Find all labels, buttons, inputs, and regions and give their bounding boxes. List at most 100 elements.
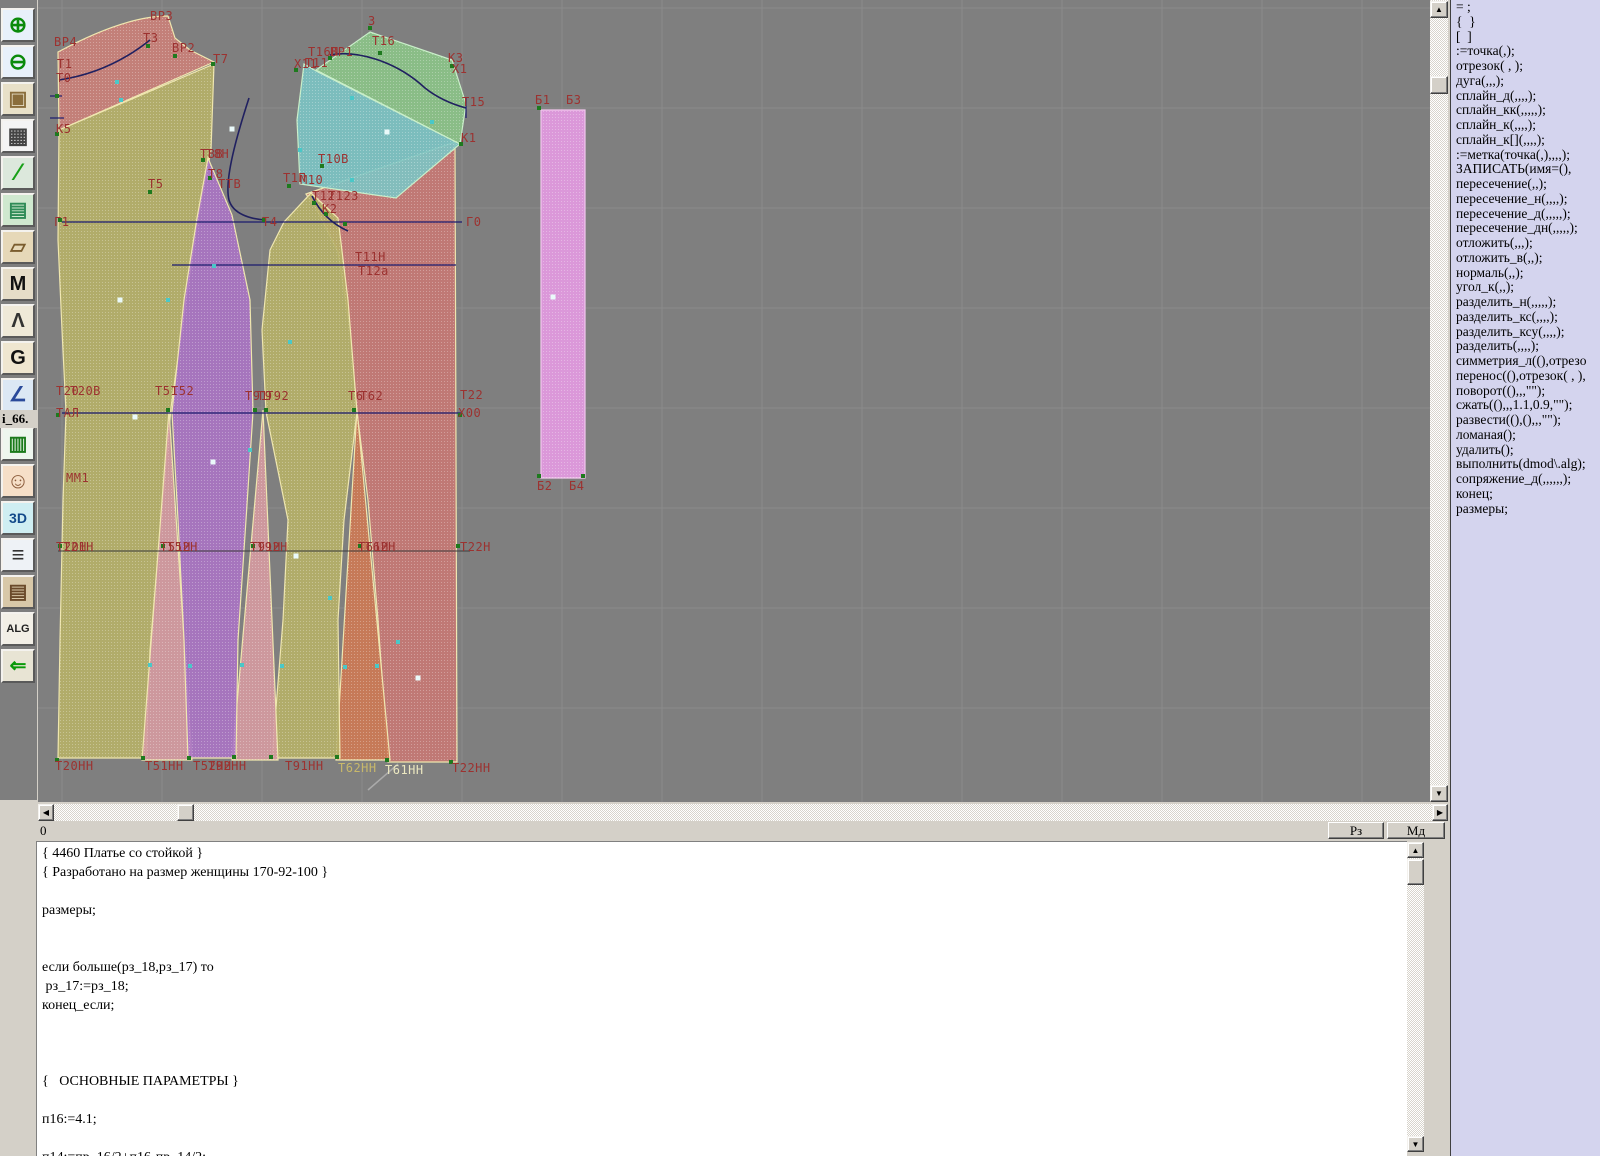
command-item[interactable]: = ; — [1451, 0, 1600, 15]
command-item[interactable]: :=метка(точка(,),,,,); — [1451, 147, 1600, 163]
zoom-out-icon: ⊖ — [8, 49, 28, 74]
list-button[interactable]: ≡ — [1, 538, 35, 572]
command-item[interactable]: сплайн_к(,,,,); — [1451, 117, 1600, 133]
command-item[interactable]: нормаль(,,); — [1451, 265, 1600, 281]
exit-button[interactable]: ⇐ — [1, 649, 35, 683]
alg-button[interactable]: ALG — [1, 612, 35, 646]
canvas-hscroll-right-icon[interactable]: ▶ — [1432, 804, 1448, 821]
canvas-hscrollbar[interactable] — [38, 804, 1448, 821]
command-item[interactable]: разделить(,,,,); — [1451, 338, 1600, 354]
grid-button[interactable]: ▦ — [1, 119, 35, 153]
point-marker — [166, 408, 170, 412]
point-label: Т92 — [266, 389, 289, 403]
image-button[interactable]: ▤ — [1, 193, 35, 227]
canvas-vscroll-up-icon[interactable]: ▲ — [1430, 1, 1448, 18]
point-label: Б3 — [566, 93, 581, 107]
command-item[interactable]: перенос((),отрезок( , ), — [1451, 368, 1600, 384]
point-marker — [240, 663, 244, 667]
point-marker — [343, 665, 347, 669]
point-label: Т123 — [328, 189, 359, 203]
drawing-canvas[interactable]: ВР3 ВР4 Т3 ВР2 Т1 Т0 Т7 К5 Т5 Т8В Т8Н Т8 ТТВ Х11 Т11 Т1… — [38, 0, 1430, 802]
md-button[interactable]: Мд — [1387, 822, 1445, 839]
point-label: ТАЛ — [56, 406, 79, 420]
ruler-icon: ∠ — [9, 384, 27, 406]
plan-view-icon: ▣ — [8, 88, 28, 110]
command-item[interactable]: угол_к(,,); — [1451, 279, 1600, 295]
command-item[interactable]: сопряжение_д(,,,,,,); — [1451, 471, 1600, 487]
pattern-drawing[interactable]: ВР3ВР4 Т3ВР2Т1Т0Т7К5Т5Т8ВТ8НТ8ТТВХ11Т11Т1… — [38, 0, 1430, 802]
command-item[interactable]: пересечение_н(,,,,); — [1451, 191, 1600, 207]
view-3d-button[interactable]: 3D — [1, 501, 35, 535]
grid-icon: ▦ — [7, 123, 29, 148]
m-tool-icon: M — [9, 273, 27, 295]
point-marker — [115, 80, 119, 84]
command-item[interactable]: конец; — [1451, 486, 1600, 502]
canvas-hscroll-left-icon[interactable]: ◀ — [38, 804, 54, 821]
command-item[interactable]: сплайн_кк(,,,,,); — [1451, 102, 1600, 118]
point-marker — [253, 408, 257, 412]
command-item[interactable]: удалить(); — [1451, 442, 1600, 458]
command-item[interactable]: сплайн_д(,,,,); — [1451, 88, 1600, 104]
command-item[interactable]: пересечение(,,); — [1451, 176, 1600, 192]
command-item[interactable]: [ ] — [1451, 29, 1600, 45]
zoom-in-button[interactable]: ⊕ — [1, 8, 35, 42]
command-item[interactable]: размеры; — [1451, 501, 1600, 517]
command-item[interactable]: поворот((),,,""); — [1451, 383, 1600, 399]
canvas-vscroll-down-icon[interactable]: ▼ — [1430, 785, 1448, 802]
point-label: ВР1 — [330, 45, 353, 59]
plan-view-button[interactable]: ▣ — [1, 82, 35, 116]
drafting-tools-button[interactable]: Λ — [1, 304, 35, 338]
command-item[interactable]: ломаная(); — [1451, 427, 1600, 443]
command-item[interactable]: пересечение_дн(,,,,,); — [1451, 220, 1600, 236]
point-marker — [248, 448, 252, 452]
command-item[interactable]: ЗАПИСАТЬ(имя=(), — [1451, 161, 1600, 177]
point-label: Т61НН — [385, 763, 424, 777]
command-item[interactable]: выполнить(dmod\.alg); — [1451, 456, 1600, 472]
table-button[interactable]: ▥ — [1, 427, 35, 461]
point-marker — [229, 126, 235, 132]
command-item[interactable]: пересечение_д(,,,,,); — [1451, 206, 1600, 222]
code-vscroll-thumb[interactable] — [1407, 859, 1424, 885]
portrait-button[interactable]: ☺ — [1, 464, 35, 498]
command-item[interactable]: отрезок( , ); — [1451, 58, 1600, 74]
point-label: Т92НН — [208, 759, 247, 773]
point-marker — [350, 178, 354, 182]
alg-icon: ALG — [6, 622, 30, 635]
pattern-piece-button[interactable]: ▱ — [1, 230, 35, 264]
canvas-hscroll-thumb[interactable] — [177, 804, 194, 821]
code-vscrollbar[interactable] — [1407, 842, 1424, 1152]
point-label: Б1 — [535, 93, 550, 107]
rz-button[interactable]: Рз — [1328, 822, 1384, 839]
drafting-tools-icon: Λ — [11, 310, 25, 332]
ruler-button[interactable]: ∠ — [1, 378, 35, 412]
command-item[interactable]: симметрия_л((),отрезо — [1451, 353, 1600, 369]
command-item[interactable]: :=точка(,); — [1451, 43, 1600, 59]
canvas-vscrollbar[interactable] — [1430, 0, 1448, 802]
point-marker — [269, 755, 273, 759]
code-vscroll-down-icon[interactable]: ▼ — [1407, 1136, 1424, 1152]
command-item[interactable]: { } — [1451, 14, 1600, 30]
zoom-out-button[interactable]: ⊖ — [1, 45, 35, 79]
point-marker — [352, 408, 356, 412]
code-vscroll-up-icon[interactable]: ▲ — [1407, 842, 1424, 858]
command-item[interactable]: сжать((),,,1.1,0.9,""); — [1451, 397, 1600, 413]
point-label: Б2 — [537, 479, 552, 493]
canvas-vscroll-thumb[interactable] — [1430, 76, 1448, 94]
point-label: Т1 — [57, 57, 72, 71]
command-item[interactable]: разделить_н(,,,,,); — [1451, 294, 1600, 310]
m-tool-button[interactable]: M — [1, 267, 35, 301]
g-tool-button[interactable]: G — [1, 341, 35, 375]
command-item[interactable]: отложить_в(,,); — [1451, 250, 1600, 266]
command-item[interactable]: сплайн_к[](,,,,); — [1451, 132, 1600, 148]
bottom-left-strip — [0, 800, 37, 1156]
command-item[interactable]: отложить(,,,); — [1451, 235, 1600, 251]
command-item[interactable]: дуга(,,,); — [1451, 73, 1600, 89]
segment-tool-button[interactable]: ∕ — [1, 156, 35, 190]
command-item[interactable]: развести((),(),,,""); — [1451, 412, 1600, 428]
command-item[interactable]: разделить_ксу(,,,,); — [1451, 324, 1600, 340]
command-item[interactable]: разделить_кс(,,,,); — [1451, 309, 1600, 325]
books-button[interactable]: ▤ — [1, 575, 35, 609]
point-label: Т20НН — [55, 759, 94, 773]
point-marker — [117, 297, 123, 303]
code-editor[interactable]: { 4460 Платье со стойкой } { Разработано… — [36, 841, 1407, 1156]
